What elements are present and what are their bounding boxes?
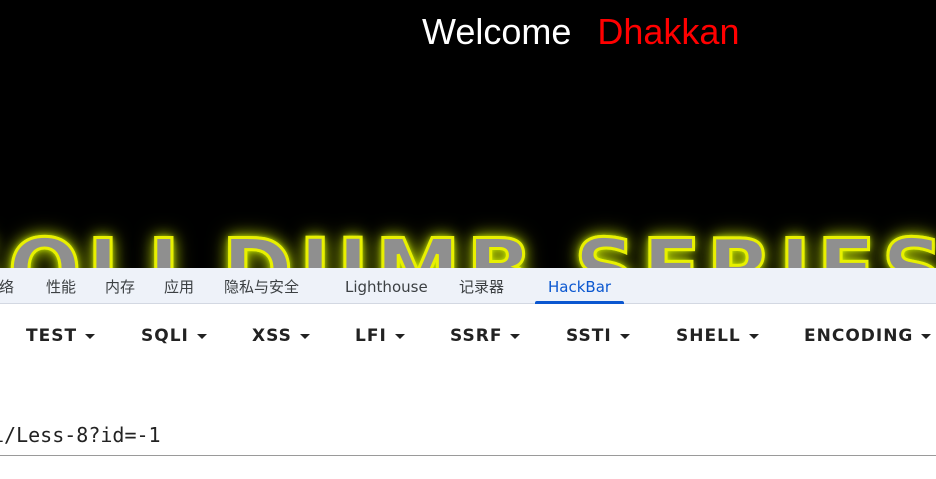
tab-performance[interactable]: 性能 (46, 268, 76, 304)
url-input[interactable] (0, 420, 932, 450)
caret-down-icon (394, 333, 405, 339)
welcome-label: Welcome (422, 11, 572, 52)
banner-logo: SQLI DUMB SERIES (0, 216, 936, 269)
menu-label: ENCODING (804, 326, 914, 346)
url-field (0, 414, 936, 456)
lfi-menu-button[interactable]: LFI (355, 326, 405, 350)
menu-label: SSRF (450, 326, 503, 346)
tab-hackbar[interactable]: HackBar (534, 268, 625, 304)
ssti-menu-button[interactable]: SSTI (566, 326, 630, 350)
ssrf-menu-button[interactable]: SSRF (450, 326, 521, 350)
tab-network[interactable]: 网络 (0, 268, 14, 304)
welcome-message: Welcome Dhakkan (422, 10, 739, 54)
menu-label: SQLI (141, 326, 189, 346)
caret-down-icon (299, 333, 310, 339)
xss-menu-button[interactable]: XSS (252, 326, 310, 350)
hackbar-toolbar: TEST SQLI XSS LFI SSRF SSTI SHELL ENCODI… (0, 304, 936, 370)
tab-memory[interactable]: 内存 (105, 268, 135, 304)
devtools-tab-bar: 网络 性能 内存 应用 隐私与安全 Lighthouse 记录器 HackBar (0, 268, 936, 304)
page-viewport: Welcome Dhakkan SQLI DUMB SERIES (0, 0, 936, 268)
caret-down-icon (510, 333, 521, 339)
test-menu-button[interactable]: TEST (26, 326, 96, 350)
tab-lighthouse[interactable]: Lighthouse (345, 268, 428, 304)
menu-label: XSS (252, 326, 292, 346)
caret-down-icon (85, 333, 96, 339)
shell-menu-button[interactable]: SHELL (676, 326, 759, 350)
tab-application[interactable]: 应用 (164, 268, 194, 304)
caret-down-icon (619, 333, 630, 339)
menu-label: LFI (355, 326, 387, 346)
user-name: Dhakkan (597, 11, 740, 52)
tab-privacy-security[interactable]: 隐私与安全 (224, 268, 299, 304)
menu-label: SSTI (566, 326, 612, 346)
sqli-menu-button[interactable]: SQLI (141, 326, 207, 350)
tab-recorder[interactable]: 记录器 (459, 268, 504, 304)
menu-label: TEST (26, 326, 78, 346)
caret-down-icon (196, 333, 207, 339)
encoding-menu-button[interactable]: ENCODING (804, 326, 932, 350)
caret-down-icon (748, 333, 759, 339)
menu-label: SHELL (676, 326, 741, 346)
caret-down-icon (921, 333, 932, 339)
